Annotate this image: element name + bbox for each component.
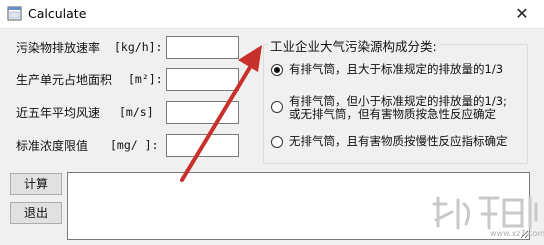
watermark-text: www.xz7.com <box>490 229 544 238</box>
